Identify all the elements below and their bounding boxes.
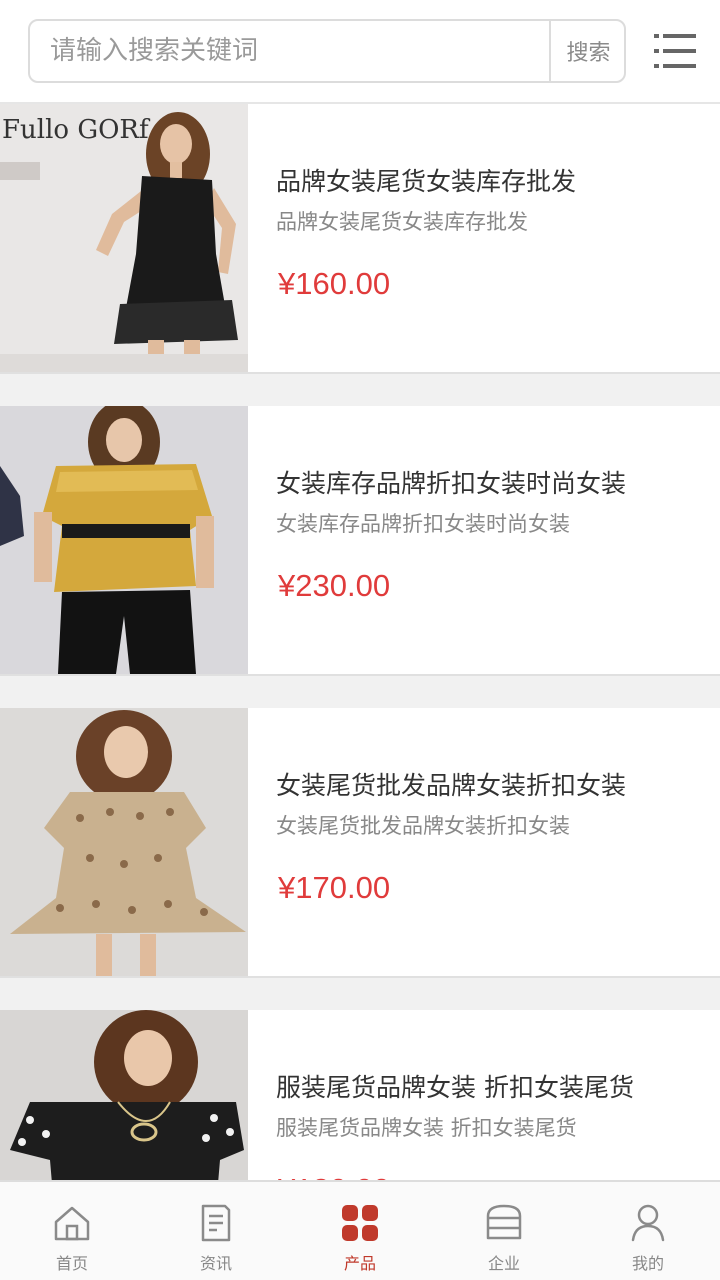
product-subtitle: 女装库存品牌折扣女装时尚女装 xyxy=(276,512,570,536)
product-title[interactable]: 品牌女装尾货女装库存批发 xyxy=(276,162,576,198)
list-divider xyxy=(0,976,720,1010)
product-item[interactable]: Fullo GORf 品牌女装尾货女装库存批发 品牌女装尾货女装库存批发 ¥16… xyxy=(0,104,720,372)
product-image xyxy=(0,708,248,976)
list-divider xyxy=(0,674,720,708)
product-subtitle: 服装尾货品牌女装 折扣女装尾货 xyxy=(276,1116,577,1140)
search-box: 搜索 xyxy=(28,19,626,83)
product-info: 品牌女装尾货女装库存批发 品牌女装尾货女装库存批发 ¥160.00 xyxy=(276,104,706,372)
tab-label: 首页 xyxy=(55,1254,88,1273)
product-title[interactable]: 女装尾货批发品牌女装折扣女装 xyxy=(276,766,626,802)
menu-list-icon[interactable] xyxy=(654,30,696,72)
product-info: 女装库存品牌折扣女装时尚女装 女装库存品牌折扣女装时尚女装 ¥230.00 xyxy=(276,406,706,674)
search-button[interactable]: 搜索 xyxy=(549,21,626,81)
product-price: ¥170.00 xyxy=(278,870,391,905)
product-title[interactable]: 服装尾货品牌女装 折扣女装尾货 xyxy=(276,1068,634,1104)
product-image xyxy=(0,406,248,674)
header: 搜索 xyxy=(0,0,720,104)
product-info: 女装尾货批发品牌女装折扣女装 女装尾货批发品牌女装折扣女装 ¥170.00 xyxy=(276,708,706,976)
image-brand-text: Fullo GORf xyxy=(2,115,151,145)
product-list-page: 搜索 Fullo GORf xyxy=(0,0,720,1280)
product-item[interactable]: 女装尾货批发品牌女装折扣女装 女装尾货批发品牌女装折扣女装 ¥170.00 xyxy=(0,708,720,976)
tab-home[interactable]: 首页 xyxy=(0,1182,144,1280)
news-icon xyxy=(195,1202,237,1244)
tab-news[interactable]: 资讯 xyxy=(144,1182,288,1280)
product-title[interactable]: 女装库存品牌折扣女装时尚女装 xyxy=(276,464,626,500)
search-input[interactable] xyxy=(30,21,548,81)
user-icon xyxy=(627,1202,669,1244)
product-subtitle: 女装尾货批发品牌女装折扣女装 xyxy=(276,814,570,838)
tab-company[interactable]: 企业 xyxy=(432,1182,576,1280)
tab-mine[interactable]: 我的 xyxy=(576,1182,720,1280)
company-icon xyxy=(483,1202,525,1244)
product-price: ¥230.00 xyxy=(278,568,391,603)
tab-label: 我的 xyxy=(631,1254,664,1273)
list-divider xyxy=(0,372,720,406)
tab-label: 产品 xyxy=(343,1254,376,1273)
bottom-tab-bar: 首页 资讯 产品 企业 我的 xyxy=(0,1180,720,1280)
product-item[interactable]: 女装库存品牌折扣女装时尚女装 女装库存品牌折扣女装时尚女装 ¥230.00 xyxy=(0,406,720,674)
tab-label: 企业 xyxy=(487,1254,520,1273)
home-icon xyxy=(51,1202,93,1244)
grid-icon xyxy=(339,1202,381,1244)
product-image: Fullo GORf xyxy=(0,104,248,372)
tab-label: 资讯 xyxy=(199,1254,232,1273)
product-subtitle: 品牌女装尾货女装库存批发 xyxy=(276,210,528,234)
tab-products[interactable]: 产品 xyxy=(288,1182,432,1280)
product-price: ¥160.00 xyxy=(278,266,391,301)
